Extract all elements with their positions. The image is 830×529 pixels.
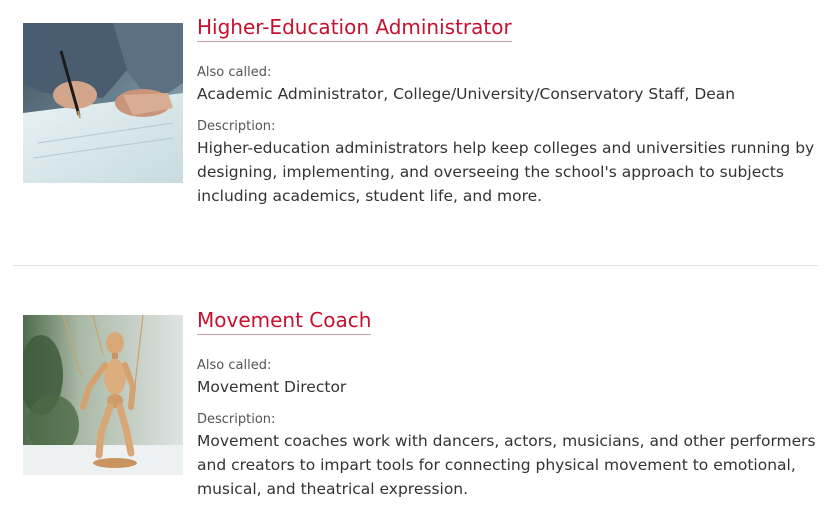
section-divider	[13, 265, 818, 266]
career-title-link[interactable]: Movement Coach	[197, 306, 372, 335]
also-called-value: Academic Administrator, College/Universi…	[197, 85, 736, 103]
also-called-section: Also called: Academic Administrator, Col…	[197, 64, 820, 106]
description-text: Movement coaches work with dancers, acto…	[197, 432, 816, 498]
career-title-link[interactable]: Higher-Education Administrator	[197, 13, 512, 42]
description-text: Higher-education administrators help kee…	[197, 139, 815, 205]
also-called-value: Movement Director	[197, 378, 347, 396]
career-card: Higher-Education Administrator Also call…	[0, 0, 830, 240]
writing-hand-photo	[23, 23, 183, 183]
wooden-mannequin-photo	[23, 315, 183, 475]
career-info: Movement Coach Also called: Movement Dir…	[197, 306, 820, 501]
also-called-label: Also called:	[197, 358, 272, 373]
career-photo-mannequin[interactable]	[23, 315, 183, 475]
career-info: Higher-Education Administrator Also call…	[197, 13, 820, 208]
also-called-label: Also called:	[197, 65, 272, 80]
career-photo-writing[interactable]	[23, 23, 183, 183]
description-section: Description: Higher-education administra…	[197, 118, 820, 208]
career-card: Movement Coach Also called: Movement Dir…	[0, 293, 830, 529]
also-called-section: Also called: Movement Director	[197, 357, 820, 399]
description-section: Description: Movement coaches work with …	[197, 411, 820, 501]
description-label: Description:	[197, 412, 276, 427]
description-label: Description:	[197, 119, 276, 134]
